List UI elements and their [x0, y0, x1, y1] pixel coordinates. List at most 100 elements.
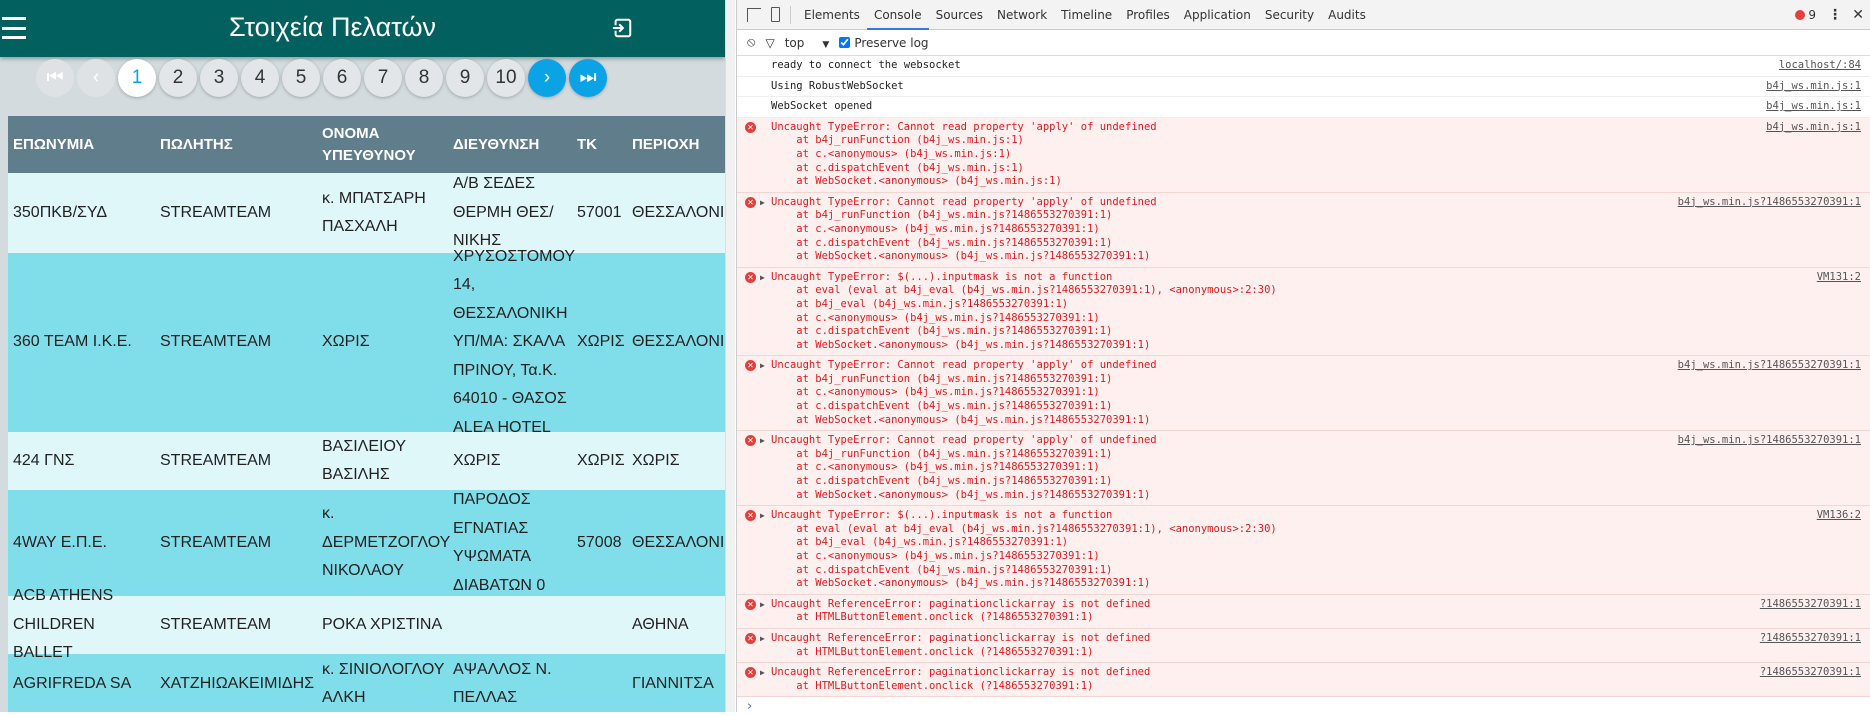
expand-triangle-icon[interactable]: ▶: [760, 359, 765, 373]
pagination: ⏮ ‹ 1 2 3 4 5 6 7 8 9 10 › ⏭: [0, 58, 725, 98]
tab-profiles[interactable]: Profiles: [1119, 0, 1177, 30]
tab-audits[interactable]: Audits: [1321, 0, 1373, 30]
stack-frame: at b4j_runFunction (b4j_ws.min.js?148655…: [771, 209, 1113, 222]
scrollbar[interactable]: [725, 0, 735, 712]
stack-frame: at c.dispatchEvent (b4j_ws.min.js?148655…: [771, 325, 1113, 338]
column-header[interactable]: ΟΝΟΜΑ ΥΠΕΥΘΥΝΟΥ: [317, 123, 448, 167]
table-row[interactable]: 350ΠΚΒ/ΣΥΔ STREAMTEAM κ. ΜΠΑΤΣΑΡΗ ΠΑΣΧΑΛΗ Α…: [8, 173, 725, 253]
page-button-9[interactable]: 9: [446, 59, 484, 97]
page-button-7[interactable]: 7: [364, 59, 402, 97]
column-header[interactable]: ΔΙΕΥΘΥΝΣΗ: [448, 134, 572, 156]
dropdown-arrow-icon: ▼: [822, 39, 830, 50]
expand-triangle-icon[interactable]: ▶: [760, 632, 765, 646]
message-text: Uncaught TypeError: $(...).inputmask is …: [771, 270, 1113, 283]
preserve-log-checkbox[interactable]: Preserve log: [839, 36, 929, 50]
expand-triangle-icon[interactable]: ▶: [760, 509, 765, 523]
stack-frame: at b4j_eval (b4j_ws.min.js?1486553270391…: [771, 297, 1069, 310]
stack-frame: at WebSocket.<anonymous> (b4j_ws.min.js?…: [771, 488, 1151, 501]
close-devtools-icon[interactable]: ✕: [1852, 7, 1864, 23]
inspect-element-icon[interactable]: [747, 7, 761, 22]
table-cell: 360 TEAM I.K.E.: [13, 333, 132, 351]
expand-triangle-icon[interactable]: ▶: [760, 271, 765, 285]
stack-frame: at eval (eval at b4j_eval (b4j_ws.min.js…: [771, 284, 1277, 297]
message-text: Uncaught TypeError: Cannot read property…: [771, 120, 1157, 133]
stack-frame: at HTMLButtonElement.onclick (?148655327…: [771, 611, 1094, 624]
page-button-1[interactable]: 1: [118, 59, 156, 97]
console-message: WebSocket opened b4j_ws.min.js:1: [737, 97, 1870, 118]
table-cell: STREAMTEAM: [160, 615, 272, 633]
console-message: ✕ ▶ Uncaught TypeError: Cannot read proper…: [737, 431, 1870, 507]
table-row[interactable]: 424 ΓΝΣ STREAMTEAM ΒΑΣΙΛΕΙΟΥ ΒΑΣΙΛΗΣ ΧΩΡΙΣ Χ…: [8, 432, 725, 490]
stack-frame: at HTMLButtonElement.onclick (?148655327…: [771, 645, 1094, 658]
message-source-link[interactable]: b4j_ws.min.js:1: [1766, 80, 1861, 94]
filter-icon[interactable]: ▽: [765, 36, 774, 50]
stack-frame: at WebSocket.<anonymous> (b4j_ws.min.js:…: [771, 175, 1062, 188]
stack-frame: at c.<anonymous> (b4j_ws.min.js?14865532…: [771, 222, 1100, 235]
last-page-button[interactable]: ⏭: [569, 59, 607, 97]
message-source-link[interactable]: ?1486553270391:1: [1760, 598, 1861, 612]
table-row[interactable]: 4WAY Ε.Π.Ε. STREAMTEAM κ. ΔΕΡΜΕΤΖΟΓΛΟΥ ΝΙΚ…: [8, 490, 725, 596]
message-source-link[interactable]: ?1486553270391:1: [1760, 666, 1861, 680]
column-header[interactable]: ΤΚ: [572, 134, 627, 156]
page-button-8[interactable]: 8: [405, 59, 443, 97]
page-button-3[interactable]: 3: [200, 59, 238, 97]
message-text: Uncaught TypeError: $(...).inputmask is …: [771, 509, 1113, 522]
tab-network[interactable]: Network: [990, 0, 1054, 30]
table-row[interactable]: ACB ATHENS CHILDREN BALLET STREAMTEAM ΡΟΚΑ…: [8, 587, 725, 661]
expand-triangle-icon[interactable]: ▶: [760, 666, 765, 680]
message-source-link[interactable]: b4j_ws.min.js?1486553270391:1: [1678, 196, 1861, 210]
table-row[interactable]: 360 TEAM I.K.E. STREAMTEAM ΧΩΡΙΣ ΧΡΥΣΟΣΤΟΜΟ…: [8, 248, 725, 436]
page-button-2[interactable]: 2: [159, 59, 197, 97]
tab-timeline[interactable]: Timeline: [1054, 0, 1119, 30]
tab-console[interactable]: Console: [866, 0, 929, 30]
stack-frame: at c.dispatchEvent (b4j_ws.min.js?148655…: [771, 236, 1113, 249]
message-text: ready to connect the websocket: [771, 59, 961, 71]
stack-frame: at c.dispatchEvent (b4j_ws.min.js:1): [771, 161, 1024, 174]
console-prompt[interactable]: ›: [737, 697, 1870, 716]
page-button-6[interactable]: 6: [323, 59, 361, 97]
expand-triangle-icon[interactable]: ▶: [760, 598, 765, 612]
message-source-link[interactable]: ?1486553270391:1: [1760, 632, 1861, 646]
message-source-link[interactable]: b4j_ws.min.js:1: [1766, 100, 1861, 114]
tab-application[interactable]: Application: [1177, 0, 1258, 30]
tab-security[interactable]: Security: [1258, 0, 1321, 30]
table-cell: STREAMTEAM: [160, 451, 272, 469]
error-icon: ✕: [745, 271, 756, 283]
message-source-link[interactable]: VM136:2: [1817, 509, 1861, 523]
clear-console-icon[interactable]: ⦸: [747, 35, 755, 50]
console-message: ✕ ▶ Uncaught TypeError: Cannot read proper…: [737, 356, 1870, 432]
more-options-icon[interactable]: ⋮: [1828, 7, 1842, 23]
tab-elements[interactable]: Elements: [797, 0, 867, 30]
table-cell: 57008: [577, 533, 622, 551]
column-header[interactable]: ΠΩΛΗΤΗΣ: [155, 134, 317, 156]
message-source-link[interactable]: VM131:2: [1817, 271, 1861, 285]
next-page-button[interactable]: ›: [528, 59, 566, 97]
console-message: Using RobustWebSocket b4j_ws.min.js:1: [737, 77, 1870, 98]
message-source-link[interactable]: localhost/:84: [1779, 59, 1861, 73]
column-header[interactable]: ΠΕΡΙΟΧΗ: [627, 134, 725, 156]
expand-triangle-icon[interactable]: ▶: [760, 434, 765, 448]
error-counter[interactable]: 9: [1795, 8, 1816, 22]
column-header[interactable]: ΕΠΩΝΥΜΙΑ: [8, 134, 155, 156]
stack-frame: at b4j_runFunction (b4j_ws.min.js:1): [771, 134, 1024, 147]
message-source-link[interactable]: b4j_ws.min.js?1486553270391:1: [1678, 434, 1861, 448]
preserve-log-check[interactable]: [839, 37, 851, 48]
context-select[interactable]: top ▼: [785, 36, 830, 50]
devtools-panel: Elements Console Sources Network Timeline Pro…: [736, 0, 1870, 714]
page-button-10[interactable]: 10: [487, 59, 525, 97]
page-button-4[interactable]: 4: [241, 59, 279, 97]
page-button-5[interactable]: 5: [282, 59, 320, 97]
message-source-link[interactable]: b4j_ws.min.js:1: [1766, 121, 1861, 135]
prev-page-button[interactable]: ‹: [77, 59, 115, 97]
tab-sources[interactable]: Sources: [929, 0, 990, 30]
expand-triangle-icon[interactable]: ▶: [760, 196, 765, 210]
customers-table: ΕΠΩΝΥΜΙΑ ΠΩΛΗΤΗΣ ΟΝΟΜΑ ΥΠΕΥΘΥΝΟΥ ΔΙΕΥΘΥΝΣΗ Τ…: [8, 116, 725, 712]
stack-frame: at c.dispatchEvent (b4j_ws.min.js?148655…: [771, 563, 1113, 576]
error-icon: ✕: [745, 598, 756, 610]
device-toolbar-icon[interactable]: [771, 7, 780, 22]
message-source-link[interactable]: b4j_ws.min.js?1486553270391:1: [1678, 359, 1861, 373]
logout-icon[interactable]: [610, 17, 634, 39]
error-icon: ✕: [745, 510, 756, 522]
console-message: ✕ ▶ Uncaught ReferenceError: paginationcli…: [737, 594, 1870, 629]
first-page-button[interactable]: ⏮: [36, 59, 74, 97]
